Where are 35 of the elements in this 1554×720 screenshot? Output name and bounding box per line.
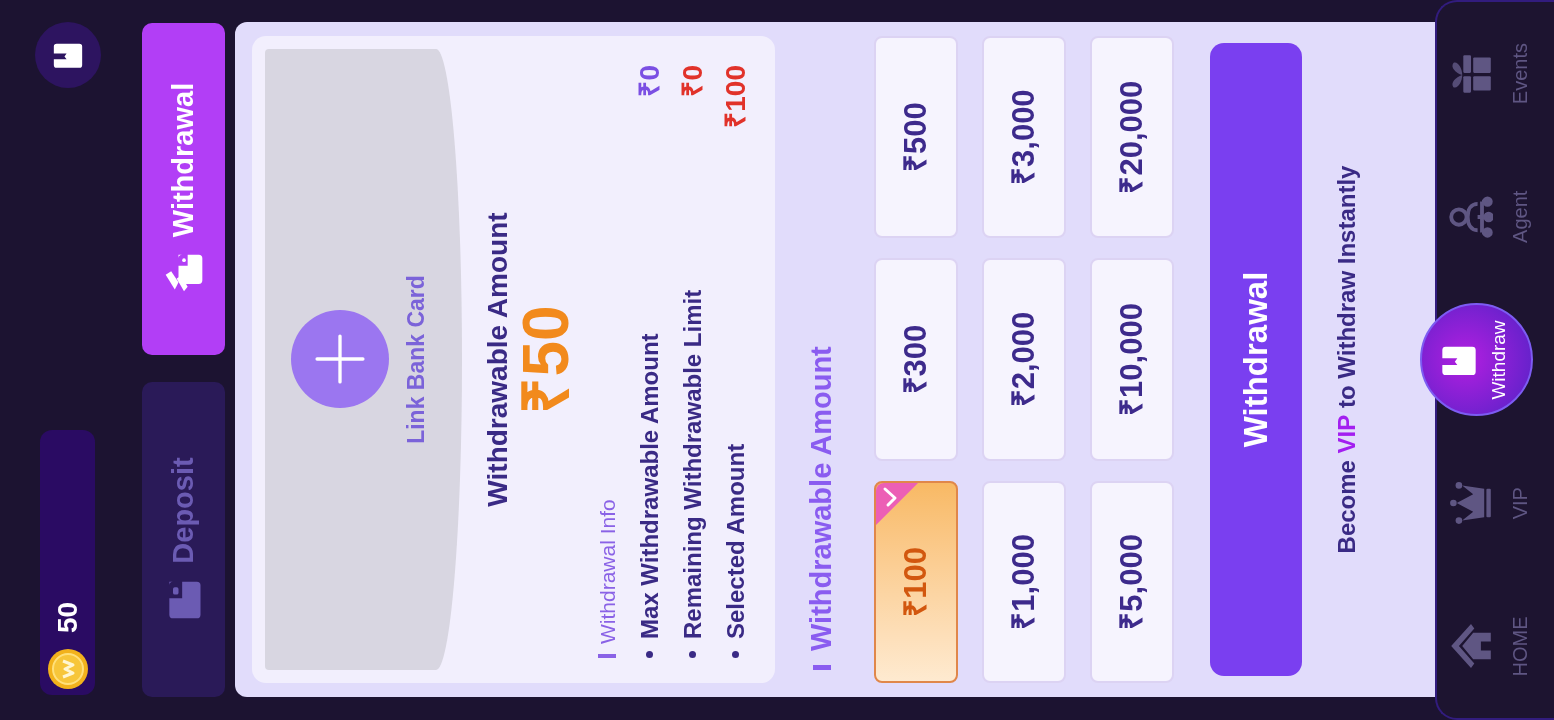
info-value: ₹0 <box>675 65 709 97</box>
plus-icon <box>315 334 365 385</box>
amount-option[interactable]: ₹1,000 <box>982 480 1066 683</box>
amount-option[interactable]: ₹5,000 <box>1090 480 1174 683</box>
withdrawable-amount: ₹50 <box>514 305 578 414</box>
coin-icon <box>47 649 88 689</box>
amount-option[interactable]: ₹3,000 <box>982 36 1066 239</box>
accent-bar-icon <box>812 665 831 670</box>
withdrawal-button[interactable]: Withdrawal <box>1210 43 1302 676</box>
amount-option[interactable]: ₹500 <box>874 36 958 239</box>
bullet-icon <box>646 651 653 658</box>
info-label: Selected Amount <box>720 443 750 639</box>
amount-option[interactable]: ₹20,000 <box>1090 36 1174 239</box>
vip-note: Become VIP to Withdraw Instantly <box>1335 165 1359 554</box>
tab[interactable]: Withdrawal <box>142 23 225 355</box>
section-title: Withdrawable Amount <box>807 346 836 651</box>
link-bank-card-label: Link Bank Card <box>405 275 428 444</box>
info-value: ₹0 <box>632 65 666 97</box>
withdrawal-info-title: Withdrawal Info <box>596 499 618 644</box>
amount-option[interactable]: ₹10,000 <box>1090 258 1174 461</box>
info-label: Max Withdrawable Amount <box>634 333 664 639</box>
amount-option[interactable]: ₹300 <box>874 258 958 461</box>
info-label: Remaining Withdrawable Limit <box>677 289 707 639</box>
accent-bar-icon <box>598 654 616 658</box>
withdrawable-title: Withdrawable Amount <box>484 212 512 507</box>
crown-icon <box>1449 480 1493 527</box>
home-icon <box>1449 623 1493 670</box>
balance-amount: 50 <box>50 601 84 633</box>
bullet-icon <box>689 651 696 658</box>
info-value: ₹100 <box>718 65 752 128</box>
bullet-icon <box>732 651 739 658</box>
check-corner-icon <box>876 482 920 527</box>
people-network-icon <box>1449 193 1493 240</box>
nav-item[interactable]: Withdraw <box>1420 303 1533 417</box>
amount-option[interactable]: ₹2,000 <box>982 258 1066 461</box>
